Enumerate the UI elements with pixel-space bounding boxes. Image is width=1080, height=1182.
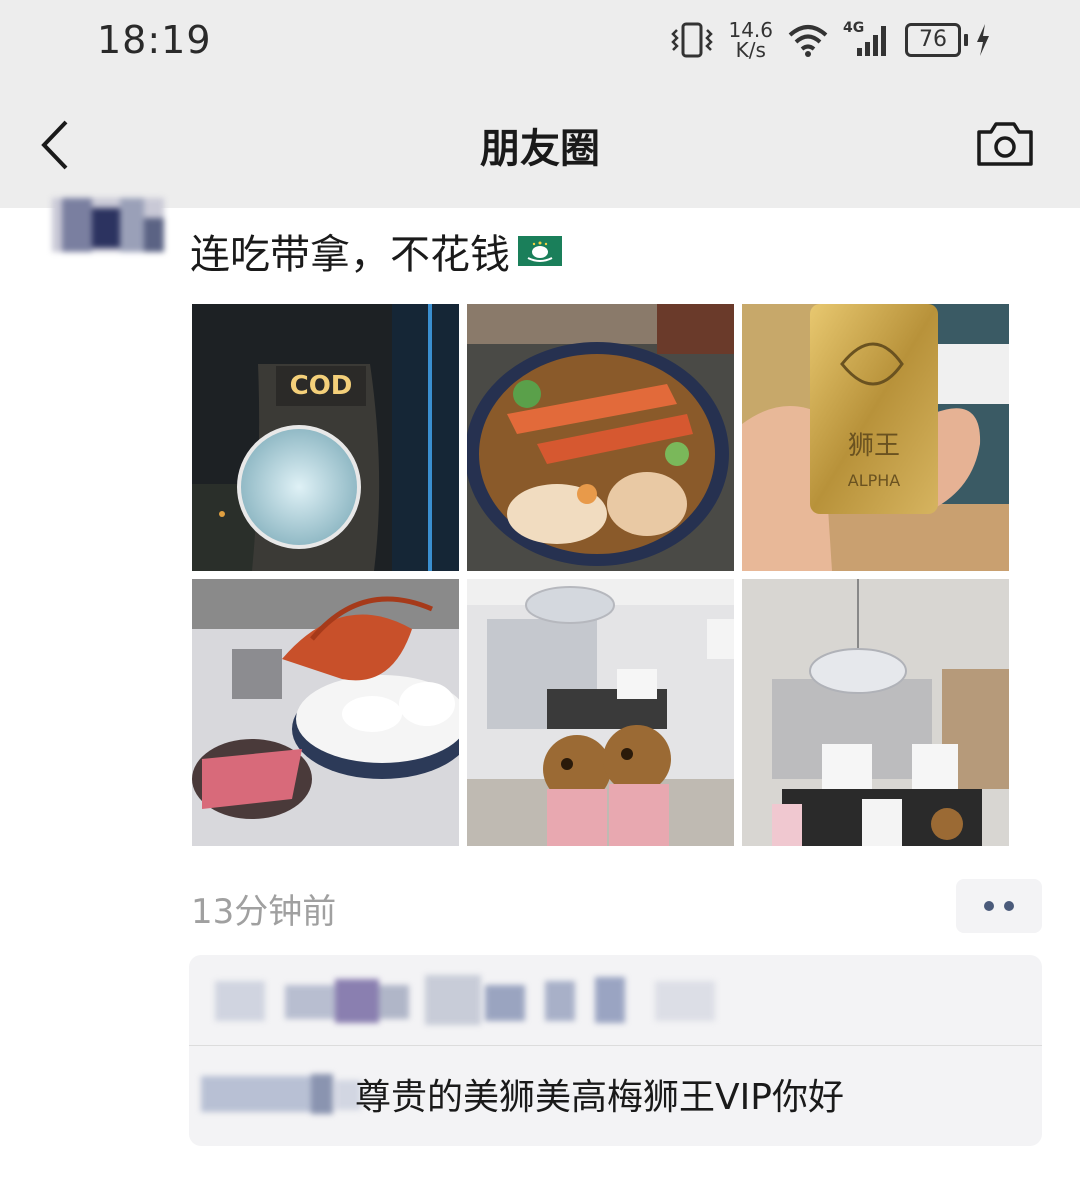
page-title: 朋友圈 [480, 126, 600, 172]
cellular-signal: 4G [843, 20, 891, 60]
charging-bolt-icon [977, 24, 989, 56]
battery-indicator: 76 [905, 23, 992, 57]
photo-private-room-gifts[interactable] [742, 579, 1009, 846]
dot-icon [984, 901, 994, 911]
post-content: 连吃带拿，不花钱 [190, 222, 562, 280]
photo-grid: COD 狮王 ALPHA [192, 304, 1009, 846]
top-bar: 18:19 14.6 K/s 4G 76 朋友圈 [0, 0, 1080, 208]
photo-lobster-platter[interactable] [192, 579, 459, 846]
comment-text: 尊贵的美狮美高梅狮王VIP你好 [355, 1077, 844, 1118]
blurred-likes [215, 975, 715, 1025]
likes-row [189, 955, 1042, 1045]
building-sign-text: COD [290, 371, 353, 401]
more-actions-button[interactable] [956, 879, 1042, 933]
wifi-icon [788, 25, 828, 57]
dot-icon [1004, 901, 1014, 911]
signal-bars-icon [857, 26, 886, 56]
comment-section: 尊贵的美狮美高梅狮王VIP你好 [189, 955, 1042, 1146]
photo-building-sign[interactable]: COD [192, 304, 459, 571]
camera-icon [977, 122, 1033, 166]
net-speed-value: 14.6 [728, 18, 773, 42]
comment-row[interactable]: 尊贵的美狮美高梅狮王VIP你好 [189, 1046, 1042, 1146]
blurred-commenter [201, 1074, 361, 1114]
photo-seafood-hotpot[interactable] [467, 304, 734, 571]
battery-level: 76 [905, 23, 961, 57]
post-text: 连吃带拿，不花钱 [190, 232, 510, 278]
photo-private-room-lions[interactable] [467, 579, 734, 846]
macau-flag-icon [518, 236, 562, 266]
card-text-1: 狮王 [848, 431, 900, 461]
card-text-2: ALPHA [848, 471, 901, 490]
vibrate-icon [671, 22, 714, 58]
net-speed: 14.6 K/s [728, 20, 773, 60]
net-speed-unit: K/s [735, 38, 766, 62]
avatar[interactable] [52, 198, 164, 252]
camera-button[interactable] [975, 120, 1035, 168]
post-timestamp: 13分钟前 [191, 892, 337, 932]
status-icons: 14.6 K/s 4G 76 [670, 16, 992, 64]
photo-gold-card[interactable]: 狮王 ALPHA [742, 304, 1009, 571]
battery-tip [964, 34, 968, 46]
status-time: 18:19 [97, 18, 212, 62]
